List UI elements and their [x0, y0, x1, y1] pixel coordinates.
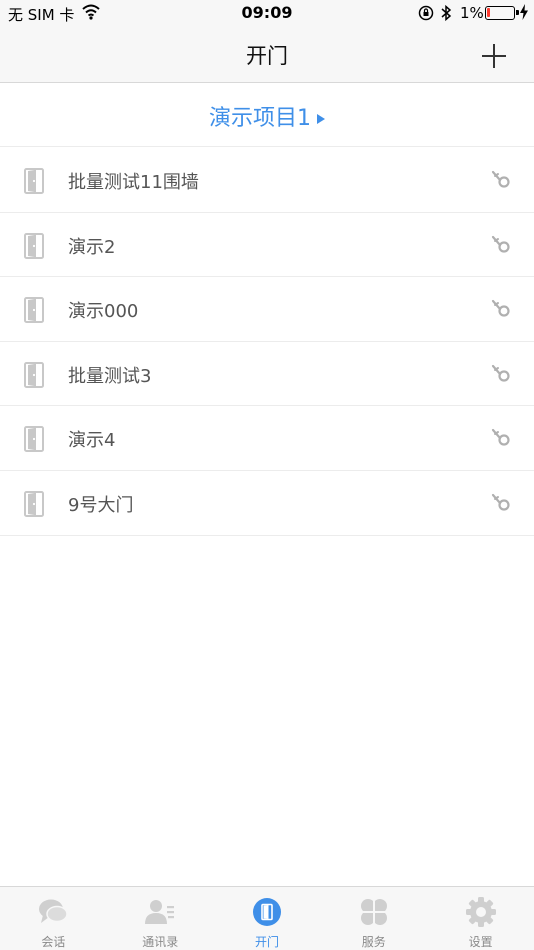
key-icon[interactable]	[490, 493, 512, 515]
door-list-item[interactable]: 批量测试3	[0, 342, 534, 407]
door-icon	[24, 490, 44, 521]
key-icon[interactable]	[490, 428, 512, 450]
caret-right-icon	[317, 113, 325, 124]
tab-settings[interactable]: 设置	[427, 887, 534, 950]
add-button[interactable]	[478, 40, 510, 72]
door-icon	[24, 168, 44, 198]
door-icon	[24, 297, 44, 327]
services-icon	[357, 896, 390, 928]
door-name: 演示4	[68, 430, 116, 452]
door-name: 批量测试11围墙	[68, 172, 199, 193]
tab-label: 通讯录	[142, 935, 179, 949]
charging-icon	[519, 4, 529, 24]
page-title: 开门	[246, 44, 288, 68]
key-icon[interactable]	[490, 170, 512, 192]
door-name: 批量测试3	[68, 365, 152, 387]
tab-label: 设置	[468, 935, 493, 949]
key-icon[interactable]	[490, 364, 512, 386]
key-icon[interactable]	[490, 299, 512, 321]
tab-contacts[interactable]: 通讯录	[107, 887, 214, 950]
tab-label: 会话	[41, 935, 66, 949]
door-icon	[24, 232, 44, 263]
navigation-bar: 开门	[0, 28, 534, 83]
status-bar: 无 SIM 卡 09:09 1%	[0, 0, 534, 28]
door-list-item[interactable]: 9号大门	[0, 471, 534, 536]
door-name: 演示2	[68, 236, 116, 258]
project-selector[interactable]: 演示项目1	[0, 84, 534, 147]
door-list-item[interactable]: 批量测试11围墙	[0, 148, 534, 213]
bluetooth-icon	[440, 4, 452, 26]
tab-chat[interactable]: 会话	[0, 887, 107, 950]
door-name: 演示000	[68, 301, 139, 323]
door-icon	[24, 361, 44, 392]
tab-door[interactable]: 开门	[214, 887, 321, 950]
key-icon[interactable]	[490, 235, 512, 257]
plus-icon	[482, 44, 506, 68]
door-icon	[24, 426, 44, 456]
orientation-lock-icon	[418, 5, 434, 25]
tab-services[interactable]: 服务	[320, 887, 427, 950]
project-name: 演示项目1	[209, 106, 311, 131]
door-icon	[252, 898, 281, 926]
chat-icon	[39, 899, 69, 923]
battery-icon	[485, 6, 519, 20]
door-name: 9号大门	[68, 494, 134, 516]
contacts-icon	[145, 900, 175, 924]
tab-label: 服务	[361, 935, 386, 949]
door-list-item[interactable]: 演示000	[0, 277, 534, 342]
battery-percent: 1%	[460, 4, 484, 22]
door-list-item[interactable]: 演示4	[0, 406, 534, 471]
tab-bar: 会话 通讯录 开门 服务 设置	[0, 886, 534, 950]
clock: 09:09	[241, 3, 293, 22]
tab-label: 开门	[254, 935, 279, 949]
door-list-item[interactable]: 演示2	[0, 213, 534, 278]
settings-icon	[465, 897, 496, 927]
door-list: 批量测试11围墙 演示2 演示000 批量测试3 演示4 9号大门	[0, 148, 534, 536]
